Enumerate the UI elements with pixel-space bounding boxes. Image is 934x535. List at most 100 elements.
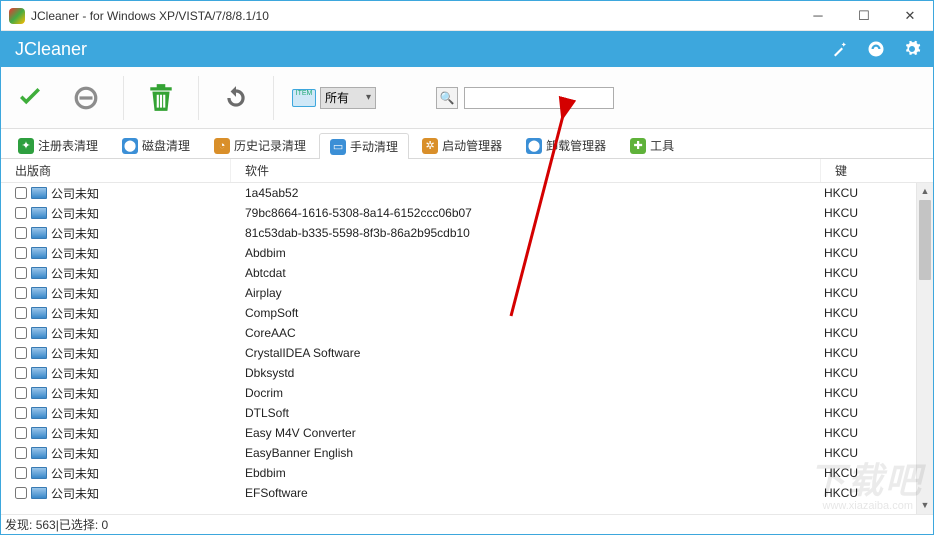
cell-software: Abdbim	[231, 246, 820, 260]
cell-vendor: 公司未知	[51, 205, 99, 222]
vertical-scrollbar[interactable]: ▲ ▼	[916, 183, 933, 514]
status-selected-count: 0	[102, 518, 109, 532]
tab-bar: ✦注册表清理⬤磁盘清理◔历史记录清理▭手动清理✲启动管理器⬤卸载管理器✚工具	[1, 129, 933, 159]
search-button[interactable]: 🔍	[436, 87, 458, 109]
table-row[interactable]: 公司未知81c53dab-b335-5598-8f3b-86a2b95cdb10…	[1, 223, 916, 243]
col-key[interactable]: 键	[821, 159, 933, 182]
table-row[interactable]: 公司未知EbdbimHKCU	[1, 463, 916, 483]
cell-software: 79bc8664-1616-5308-8a14-6152ccc06b07	[231, 206, 820, 220]
row-checkbox[interactable]	[15, 407, 27, 419]
window-icon	[31, 207, 47, 219]
status-found-label: 发现:	[5, 516, 32, 533]
tab-1[interactable]: ⬤磁盘清理	[111, 132, 201, 158]
tab-6[interactable]: ✚工具	[619, 132, 685, 158]
cell-software: Docrim	[231, 386, 820, 400]
row-checkbox[interactable]	[15, 207, 27, 219]
window-icon	[31, 327, 47, 339]
row-checkbox[interactable]	[15, 447, 27, 459]
filter-icon: ITEM	[292, 89, 316, 107]
filter-combo-label: 所有	[325, 89, 349, 106]
cell-software: Airplay	[231, 286, 820, 300]
search-input[interactable]	[464, 87, 614, 109]
cell-vendor: 公司未知	[51, 325, 99, 342]
cell-key: HKCU	[820, 206, 916, 220]
cell-key: HKCU	[820, 406, 916, 420]
cell-key: HKCU	[820, 226, 916, 240]
table-row[interactable]: 公司未知DbksystdHKCU	[1, 363, 916, 383]
row-checkbox[interactable]	[15, 387, 27, 399]
cell-key: HKCU	[820, 446, 916, 460]
cell-vendor: 公司未知	[51, 485, 99, 502]
table-row[interactable]: 公司未知DocrimHKCU	[1, 383, 916, 403]
close-button[interactable]: ✕	[887, 1, 933, 31]
row-checkbox[interactable]	[15, 347, 27, 359]
row-checkbox[interactable]	[15, 267, 27, 279]
window-icon	[31, 387, 47, 399]
cell-vendor: 公司未知	[51, 425, 99, 442]
tab-icon: ▭	[330, 139, 346, 155]
table-row[interactable]: 公司未知AirplayHKCU	[1, 283, 916, 303]
table-row[interactable]: 公司未知AbtcdatHKCU	[1, 263, 916, 283]
cell-software: 1a45ab52	[231, 186, 820, 200]
window-icon	[31, 287, 47, 299]
row-checkbox[interactable]	[15, 307, 27, 319]
window-icon	[31, 427, 47, 439]
wand-icon[interactable]	[825, 34, 855, 64]
help-icon[interactable]	[861, 34, 891, 64]
tab-2[interactable]: ◔历史记录清理	[203, 132, 317, 158]
tab-3[interactable]: ▭手动清理	[319, 133, 409, 159]
table-row[interactable]: 公司未知EasyBanner EnglishHKCU	[1, 443, 916, 463]
window-icon	[31, 367, 47, 379]
table-row[interactable]: 公司未知DTLSoftHKCU	[1, 403, 916, 423]
tab-icon: ◔	[214, 138, 230, 154]
table-row[interactable]: 公司未知 AbdbimHKCU	[1, 243, 916, 263]
tab-label: 磁盘清理	[142, 137, 190, 154]
row-checkbox[interactable]	[15, 287, 27, 299]
refresh-button[interactable]	[217, 79, 255, 117]
cell-key: HKCU	[820, 186, 916, 200]
tab-label: 卸载管理器	[546, 137, 606, 154]
cell-software: CoreAAC	[231, 326, 820, 340]
window-title: JCleaner - for Windows XP/VISTA/7/8/8.1/…	[31, 9, 795, 23]
cell-vendor: 公司未知	[51, 185, 99, 202]
table-row[interactable]: 公司未知Easy M4V ConverterHKCU	[1, 423, 916, 443]
col-software[interactable]: 软件	[231, 159, 821, 182]
cell-software: EasyBanner English	[231, 446, 820, 460]
minimize-button[interactable]: ─	[795, 1, 841, 31]
delete-button[interactable]	[142, 79, 180, 117]
row-checkbox[interactable]	[15, 187, 27, 199]
scroll-up-icon[interactable]: ▲	[917, 183, 933, 200]
row-checkbox[interactable]	[15, 427, 27, 439]
table-row[interactable]: 公司未知 1a45ab52HKCU	[1, 183, 916, 203]
tab-5[interactable]: ⬤卸载管理器	[515, 132, 617, 158]
row-checkbox[interactable]	[15, 327, 27, 339]
scroll-down-icon[interactable]: ▼	[917, 497, 933, 514]
col-vendor[interactable]: 出版商	[1, 159, 231, 182]
table-row[interactable]: 公司未知CrystalIDEA SoftwareHKCU	[1, 343, 916, 363]
filter-combo[interactable]: 所有	[320, 87, 376, 109]
row-checkbox[interactable]	[15, 367, 27, 379]
maximize-button[interactable]: ☐	[841, 1, 887, 31]
table-row[interactable]: 公司未知EFSoftwareHKCU	[1, 483, 916, 503]
confirm-button[interactable]	[11, 79, 49, 117]
row-checkbox[interactable]	[15, 467, 27, 479]
block-button[interactable]	[67, 79, 105, 117]
cell-vendor: 公司未知	[51, 245, 99, 262]
tab-0[interactable]: ✦注册表清理	[7, 132, 109, 158]
table-row[interactable]: 公司未知 79bc8664-1616-5308-8a14-6152ccc06b07…	[1, 203, 916, 223]
table-row[interactable]: 公司未知CompSoftHKCU	[1, 303, 916, 323]
tab-4[interactable]: ✲启动管理器	[411, 132, 513, 158]
row-checkbox[interactable]	[15, 247, 27, 259]
window-icon	[31, 247, 47, 259]
row-checkbox[interactable]	[15, 487, 27, 499]
tab-icon: ✦	[18, 138, 34, 154]
cell-key: HKCU	[820, 366, 916, 380]
cell-key: HKCU	[820, 466, 916, 480]
settings-icon[interactable]	[897, 34, 927, 64]
scroll-track[interactable]	[917, 200, 933, 497]
cell-key: HKCU	[820, 246, 916, 260]
table-row[interactable]: 公司未知CoreAACHKCU	[1, 323, 916, 343]
row-checkbox[interactable]	[15, 227, 27, 239]
scroll-thumb[interactable]	[919, 200, 931, 280]
window-icon	[31, 267, 47, 279]
